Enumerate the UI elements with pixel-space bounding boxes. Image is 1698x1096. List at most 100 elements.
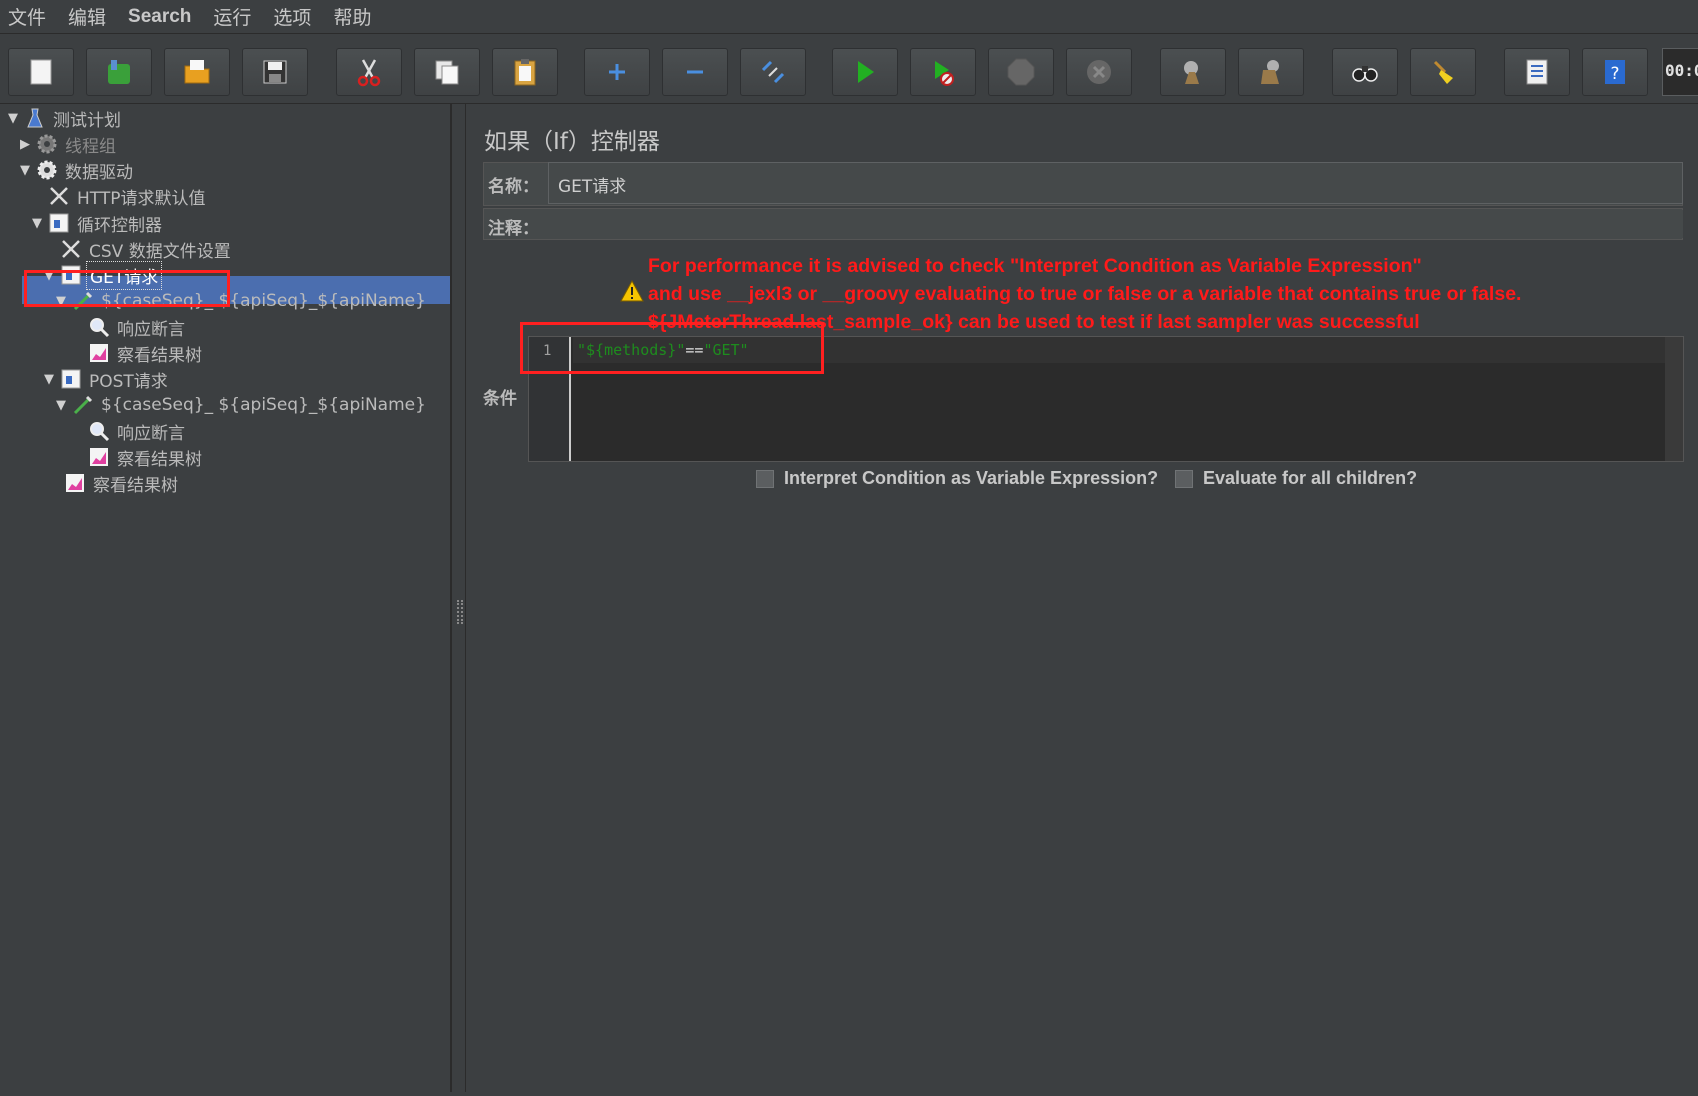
play-icon [858,61,874,83]
editor-scrollbar[interactable] [1665,337,1683,461]
tree-item-assertion[interactable]: 响应断言 [88,314,188,340]
collapse-all-button[interactable] [662,48,728,96]
graph-icon [88,446,110,468]
graph-icon [88,342,110,364]
tree-item-label: 响应断言 [117,319,185,340]
tree-item-label: 察看结果树 [117,449,202,470]
toggle-button[interactable] [740,48,806,96]
clear-icon [1184,61,1199,84]
if-controller-panel: 如果（If）控制器 名称： GET请求 注释： For performance … [468,104,1698,1092]
save-button[interactable] [242,48,308,96]
name-label: 名称： [488,177,539,197]
clear-button[interactable] [1160,48,1226,96]
checkbox-box[interactable] [756,469,774,488]
tree-item-post-request[interactable]: ▼ POST请求 [44,366,171,392]
expand-toggle[interactable]: ▼ [44,372,58,387]
list-icon [1526,59,1548,85]
clear-all-button[interactable] [1238,48,1304,96]
cut-icon [357,59,381,87]
menu-options[interactable]: 选项 [273,3,311,30]
tree-item-label: HTTP请求默认值 [77,188,206,209]
start-no-pauses-button[interactable] [910,48,976,96]
tree-item-results-tree[interactable]: 察看结果树 [88,444,205,470]
minus-icon [687,70,703,74]
binoculars-icon [1352,66,1378,82]
tree-item-label: 数据驱动 [65,162,133,183]
warning-line-2: and use __jexl3 or __groovy evaluating t… [648,283,1522,305]
tree-item-label: 循环控制器 [77,215,162,236]
tree-item-data-driven[interactable]: ▼ 数据驱动 [20,157,136,183]
warning-icon [620,280,644,302]
warning-line-1: For performance it is advised to check "… [648,255,1422,277]
magnifier-icon [88,316,110,338]
comment-label: 注释： [488,219,539,239]
shutdown-button[interactable] [1066,48,1132,96]
reset-search-button[interactable] [1410,48,1476,96]
tree-item-test-plan[interactable]: ▼ 测试计划 [8,105,124,131]
menu-edit[interactable]: 编辑 [68,3,106,30]
controller-icon [60,368,82,390]
tree-item-csv-config[interactable]: CSV 数据文件设置 [60,236,234,262]
expand-toggle[interactable]: ▼ [20,163,34,178]
name-input[interactable]: GET请求 [548,162,1683,204]
start-button[interactable] [832,48,898,96]
plus-icon [609,64,625,80]
broom-icon [1433,60,1453,84]
tree-item-label: 察看结果树 [117,345,202,366]
splitter-grip[interactable] [457,600,463,624]
play-no-pause-icon [935,61,954,86]
new-button[interactable] [8,48,74,96]
interpret-as-variable-checkbox[interactable]: Interpret Condition as Variable Expressi… [756,468,1158,489]
tree-item-results-tree[interactable]: 察看结果树 [64,470,181,496]
search-button[interactable] [1332,48,1398,96]
tree-item-results-tree[interactable]: 察看结果树 [88,340,205,366]
tree-item-label: 响应断言 [117,423,185,444]
menu-file[interactable]: 文件 [8,3,46,30]
tree-item-label: ${caseSeq}_ ${apiSeq}_${apiName} [101,395,426,415]
save-icon [263,60,287,84]
graph-icon [64,472,86,494]
expand-toggle[interactable]: ▼ [32,216,46,231]
toggle-icon [761,60,785,84]
evaluate-all-children-checkbox[interactable]: Evaluate for all children? [1175,468,1417,489]
open-button[interactable] [164,48,230,96]
clear-all-icon [1261,60,1279,84]
tree-item-thread-group[interactable]: ▶ 线程组 [20,131,119,157]
paste-button[interactable] [492,48,558,96]
tree-item-label: 测试计划 [53,110,121,131]
tree-item-assertion[interactable]: 响应断言 [88,418,188,444]
templates-button[interactable] [86,48,152,96]
panel-splitter[interactable] [454,104,466,1092]
gear-icon [36,159,58,181]
controller-icon [48,212,70,234]
expand-all-button[interactable] [584,48,650,96]
expand-toggle[interactable]: ▼ [56,398,70,413]
tree-item-http-defaults[interactable]: HTTP请求默认值 [48,183,209,209]
new-icon [30,59,52,85]
checkbox-box[interactable] [1175,469,1193,488]
test-plan-tree: ▼ 测试计划 ▶ 线程组 ▼ 数据驱动 HTTP请求默认值 ▼ 循环控制器 CS… [2,104,452,1092]
menu-bar: 文件 编辑 Search 运行 选项 帮助 [0,0,1698,34]
magnifier-icon [88,420,110,442]
copy-button[interactable] [414,48,480,96]
comment-input[interactable] [544,210,1683,238]
function-helper-button[interactable] [1504,48,1570,96]
menu-help[interactable]: 帮助 [333,3,371,30]
tree-item-loop-controller[interactable]: ▼ 循环控制器 [32,210,165,236]
page-title: 如果（If）控制器 [484,129,660,155]
annotation-highlight-box [24,270,230,307]
tree-item-sampler[interactable]: ▼ ${caseSeq}_ ${apiSeq}_${apiName} [56,392,429,418]
gear-icon [36,133,58,155]
tree-item-label: POST请求 [89,371,168,392]
open-icon [184,60,210,84]
menu-search[interactable]: Search [128,6,191,28]
cut-button[interactable] [336,48,402,96]
toolbar: ? 00:0 [0,36,1698,104]
svg-text:?: ? [1610,64,1619,84]
menu-run[interactable]: 运行 [213,3,251,30]
pipette-icon [72,394,94,416]
expand-toggle[interactable]: ▶ [20,137,34,152]
stop-button[interactable] [988,48,1054,96]
expand-toggle[interactable]: ▼ [8,111,22,126]
help-button[interactable]: ? [1582,48,1648,96]
